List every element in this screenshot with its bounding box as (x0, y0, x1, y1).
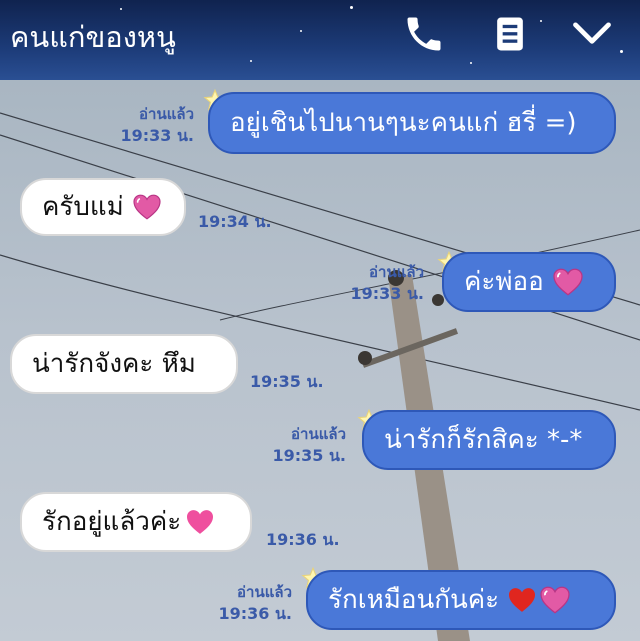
message-meta: อ่านแล้ว 19:33 น. (108, 104, 194, 146)
message-text: ครับแม่ (42, 192, 124, 222)
chat-title: คนแก่ของหนู (10, 20, 176, 54)
message-text: น่ารักจังคะ หึม (32, 349, 196, 379)
chevron-down-icon (573, 22, 611, 44)
message-meta: อ่านแล้ว 19:35 น. (262, 424, 346, 466)
phone-icon (407, 17, 441, 51)
message-time: 19:35 น. (272, 446, 346, 465)
message-time: 19:36 น. (218, 604, 292, 623)
message-text: อยู่เชินไปนานๆนะคนแก่ ฮรี่ =) (230, 108, 577, 138)
message-time: 19:35 น. (250, 372, 324, 391)
chat-bubble-outgoing[interactable]: รักเหมือนกันค่ะ (306, 570, 616, 630)
chat-bubble-incoming[interactable]: น่ารักจังคะ หึม (10, 334, 238, 394)
chat-bubble-incoming[interactable]: รักอยู่แล้วค่ะ (20, 492, 252, 552)
chat-header: คนแก่ของหนู (0, 0, 640, 80)
message-text: รักเหมือนกันค่ะ (328, 585, 500, 615)
message-time: 19:36 น. (266, 530, 340, 549)
notes-button[interactable] (488, 12, 532, 56)
message-text: รักอยู่แล้วค่ะ (42, 507, 182, 537)
message-meta: อ่านแล้ว 19:33 น. (338, 262, 424, 304)
note-icon (497, 17, 523, 51)
chat-bubble-incoming[interactable]: ครับแม่ (20, 178, 186, 236)
read-status: อ่านแล้ว (291, 425, 346, 443)
message-time: 19:34 น. (198, 212, 272, 231)
call-button[interactable] (402, 12, 446, 56)
read-status: อ่านแล้ว (237, 583, 292, 601)
read-status: อ่านแล้ว (369, 263, 424, 281)
heart-icon (187, 510, 214, 534)
chat-bubble-outgoing[interactable]: ค่ะพ่ออ (442, 252, 616, 312)
message-meta: อ่านแล้ว 19:36 น. (204, 582, 292, 624)
message-text: น่ารักก็รักสิคะ *-* (384, 425, 583, 455)
read-status: อ่านแล้ว (139, 105, 194, 123)
message-time: 19:33 น. (350, 284, 424, 303)
message-text: ค่ะพ่ออ (464, 267, 544, 297)
menu-toggle-button[interactable] (570, 12, 614, 56)
heart-icon (509, 588, 536, 612)
heart-icon (540, 586, 570, 614)
chat-bubble-outgoing[interactable]: อยู่เชินไปนานๆนะคนแก่ ฮรี่ =) (208, 92, 616, 154)
message-time: 19:33 น. (120, 126, 194, 145)
heart-icon (553, 268, 583, 296)
heart-icon (133, 194, 161, 220)
chat-bubble-outgoing[interactable]: น่ารักก็รักสิคะ *-* (362, 410, 616, 470)
